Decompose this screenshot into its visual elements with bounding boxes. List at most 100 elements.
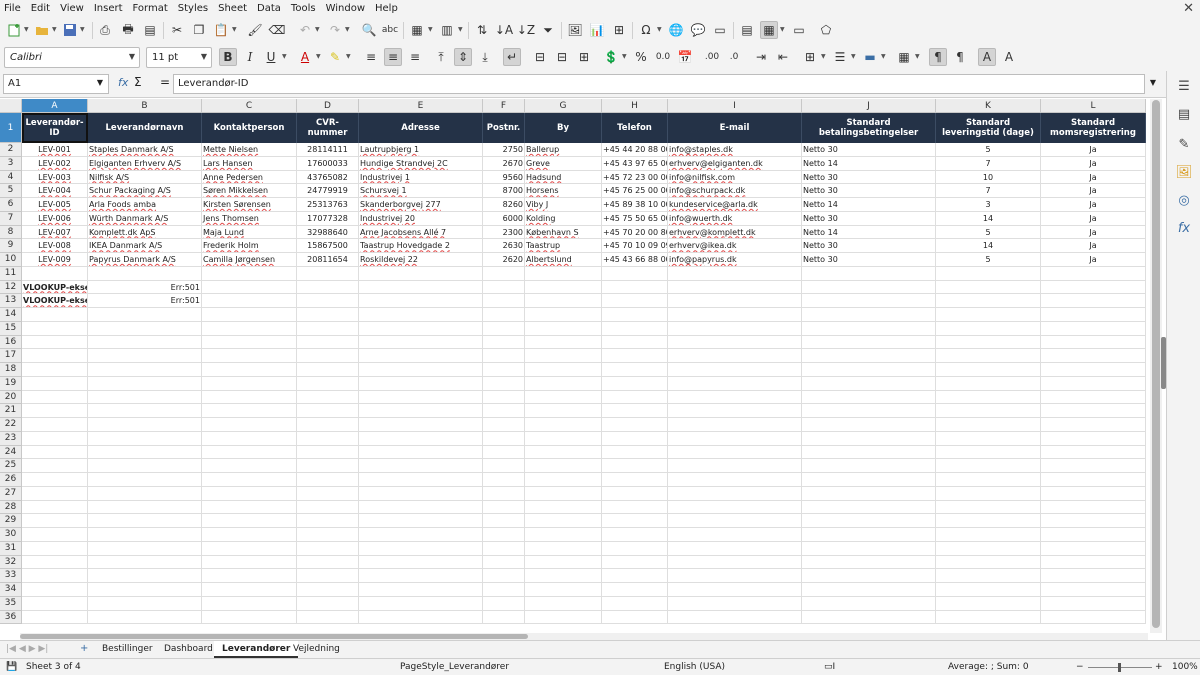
grid-cell[interactable] [359,431,483,446]
grid-cell[interactable] [525,363,602,377]
grid-cell[interactable] [602,569,668,583]
grid-cell[interactable] [936,376,1041,391]
sheet-tab[interactable]: Dashboard [156,641,221,658]
grid-cell[interactable] [525,280,602,295]
grid-cell[interactable] [525,294,602,308]
grid-cell[interactable] [297,528,359,542]
sheet-tab[interactable]: Bestillinger [94,641,161,658]
grid-cell[interactable] [483,514,525,528]
table-cell[interactable]: 6000 [483,211,525,226]
table-cell[interactable]: Ja [1041,253,1146,267]
table-cell[interactable]: +45 70 10 09 09 [602,239,668,253]
table-cell[interactable]: 5 [936,143,1041,157]
menu-tools[interactable]: Tools [291,3,316,14]
row-header[interactable]: 36 [0,610,22,625]
percent-format-icon[interactable]: % [632,48,650,66]
sidebar-resize-handle[interactable] [1161,337,1166,389]
table-cell[interactable]: 9560 [483,170,525,185]
grid-cell[interactable] [602,500,668,515]
grid-cell[interactable] [936,349,1041,363]
table-cell[interactable]: 43765082 [297,170,359,185]
paste-icon[interactable]: 📋 [212,21,230,39]
row-header[interactable]: 9 [0,239,22,253]
row-icon[interactable]: ▦ [408,21,426,39]
grid-cell[interactable] [668,541,802,556]
borders-icon[interactable]: ⊞ [801,48,819,66]
row-header[interactable]: 3 [0,156,22,171]
grid-cell[interactable] [359,610,483,625]
grid-cell[interactable] [1041,486,1146,501]
grid-cell[interactable] [88,500,202,515]
grid-cell[interactable] [483,349,525,363]
row-header[interactable]: 16 [0,335,22,350]
grid-cell[interactable] [668,596,802,611]
grid-cell[interactable] [1041,280,1146,295]
menu-insert[interactable]: Insert [94,3,123,14]
grid-cell[interactable] [483,555,525,570]
table-cell[interactable]: Industrivej 20 [359,211,483,226]
grid-cell[interactable] [22,459,88,473]
grid-cell[interactable] [936,596,1041,611]
number-format-icon[interactable]: 0.0 [654,48,672,66]
grid-cell[interactable] [936,486,1041,501]
grid-cell[interactable] [602,280,668,295]
column-header-k[interactable]: K [936,99,1041,113]
grid-cell[interactable] [297,266,359,281]
new-document-icon[interactable] [5,21,23,39]
table-cell[interactable]: Søren Mikkelsen [202,184,297,198]
menu-styles[interactable]: Styles [178,3,208,14]
grid-cell[interactable] [483,280,525,295]
grid-cell[interactable] [88,445,202,460]
grid-cell[interactable] [802,294,936,308]
grid-cell[interactable] [936,266,1041,281]
pivot-table-icon[interactable]: ⊞ [610,21,628,39]
row-header[interactable]: 1 [0,113,22,143]
sort-descending-icon[interactable]: ↓Z [517,21,535,39]
table-cell[interactable]: Frederik Holm [202,239,297,253]
grid-cell[interactable] [359,321,483,336]
grid-cell[interactable] [202,473,297,487]
table-cell[interactable]: 7 [936,184,1041,198]
table-cell[interactable]: 28114111 [297,143,359,157]
header-cell[interactable]: Adresse [359,113,483,143]
table-cell[interactable]: Staples Danmark A/S [88,143,202,157]
bold-icon[interactable]: B [219,48,237,66]
column-header-j[interactable]: J [802,99,936,113]
grid-cell[interactable] [202,376,297,391]
grid-cell[interactable] [88,266,202,281]
grid-cell[interactable] [297,596,359,611]
grid-cell[interactable] [202,418,297,432]
table-cell[interactable]: Netto 30 [802,211,936,226]
clear-formatting-icon[interactable]: ⌫ [268,21,286,39]
grid-cell[interactable] [22,390,88,405]
grid-cell[interactable] [802,541,936,556]
row-header[interactable]: 27 [0,486,22,501]
grid-cell[interactable] [668,418,802,432]
grid-cell[interactable] [525,335,602,350]
grid-cell[interactable] [936,404,1041,418]
grid-cell[interactable] [602,473,668,487]
table-cell[interactable]: Ja [1041,184,1146,198]
add-sheet-icon[interactable]: + [80,643,88,654]
table-cell[interactable]: 14 [936,239,1041,253]
grid-cell[interactable] [483,431,525,446]
table-cell[interactable]: 8260 [483,198,525,212]
language-indicator[interactable]: English (USA) [664,662,725,672]
grid-cell[interactable] [802,473,936,487]
align-middle-icon[interactable]: ⇕ [454,48,472,66]
grid-cell[interactable] [22,431,88,446]
vlookup-result[interactable]: Err:501 [88,280,202,295]
grid-cell[interactable] [88,308,202,322]
table-cell[interactable]: 5 [936,253,1041,267]
underline-icon[interactable]: U [262,48,280,66]
grid-cell[interactable] [936,321,1041,336]
grid-cell[interactable] [936,308,1041,322]
zoom-out-icon[interactable]: − [1076,662,1084,672]
table-cell[interactable]: Netto 30 [802,184,936,198]
table-cell[interactable]: LEV-007 [22,225,88,240]
grid-cell[interactable] [1041,569,1146,583]
grid-cell[interactable] [297,376,359,391]
table-cell[interactable]: Ja [1041,239,1146,253]
table-cell[interactable]: Anne Pedersen [202,170,297,185]
grid-cell[interactable] [88,390,202,405]
